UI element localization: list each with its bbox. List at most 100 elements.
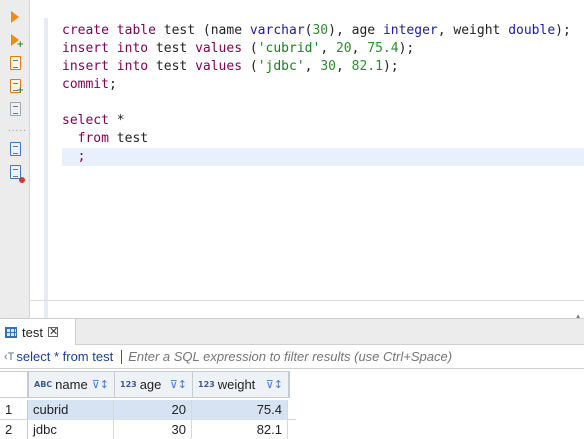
filter-input[interactable] xyxy=(128,346,584,367)
code-token: ; xyxy=(108,77,117,92)
toolbar-separator: ..... xyxy=(8,123,27,134)
column-type-icon: 123 xyxy=(198,380,215,389)
table-cell[interactable]: jdbc xyxy=(28,420,114,439)
code-token: ); xyxy=(398,41,415,56)
column-header-weight[interactable]: 123 weight ⊽↕ xyxy=(193,372,289,397)
table-row[interactable]: 1 cubrid 20 75.4 xyxy=(0,400,296,420)
code-token: ; xyxy=(77,149,86,164)
code-token: test xyxy=(155,59,196,74)
code-token: 75.4 xyxy=(367,41,399,56)
code-token: ( xyxy=(249,59,258,74)
column-name: name xyxy=(55,377,88,392)
code-token: insert into xyxy=(62,59,156,74)
execute-statement-button[interactable] xyxy=(5,8,25,26)
code-token: 30 xyxy=(312,23,329,38)
code-token: 82.1 xyxy=(351,59,383,74)
filter-sort-icon[interactable]: ⊽↕ xyxy=(92,378,109,391)
close-tab-icon[interactable]: ✕ xyxy=(47,326,58,337)
code-token: integer xyxy=(382,23,438,38)
code-token: test xyxy=(155,41,196,56)
tab-label: test xyxy=(22,324,43,340)
code-token: , xyxy=(304,59,321,74)
code-token: from xyxy=(77,131,117,146)
filter-sort-icon[interactable]: ⊽↕ xyxy=(266,378,283,391)
column-header-age[interactable]: 123 age ⊽↕ xyxy=(115,372,193,397)
table-cell[interactable]: 30 xyxy=(114,420,192,439)
row-number: 2 xyxy=(0,420,28,439)
code-line[interactable]: commit; xyxy=(62,76,584,94)
code-token: ( xyxy=(249,41,258,56)
execute-in-new-tab-button[interactable]: + xyxy=(5,31,25,50)
save-script-button[interactable] xyxy=(5,163,25,183)
editor-gutter xyxy=(44,18,48,318)
load-icon xyxy=(9,142,21,156)
script-icon xyxy=(9,56,21,70)
table-cell[interactable]: 82.1 xyxy=(192,420,288,439)
code-token: insert into xyxy=(62,41,156,56)
table-grid-icon xyxy=(5,326,17,338)
code-token: ), age xyxy=(328,23,383,38)
filter-query-button[interactable]: ‹T select * from test xyxy=(0,345,113,368)
filter-query-label: select * from test xyxy=(16,349,114,364)
filter-sort-icon[interactable]: ⊽↕ xyxy=(170,378,187,391)
sql-editor[interactable]: create table test (name varchar(30), age… xyxy=(30,0,584,318)
tab-test[interactable]: test ✕ xyxy=(0,319,76,345)
column-name: weight xyxy=(217,377,256,392)
results-tabbar: test ✕ xyxy=(0,318,584,345)
row-number: 1 xyxy=(0,400,28,419)
code-line[interactable]: from test xyxy=(62,130,584,148)
code-token: select xyxy=(62,113,117,128)
filter-separator xyxy=(121,349,123,364)
code-token: 30 xyxy=(320,59,336,74)
table-row[interactable]: 2 jdbc 30 82.1 xyxy=(0,420,296,439)
code-token: double xyxy=(508,23,556,38)
table-cell[interactable]: 75.4 xyxy=(192,400,288,420)
code-token: test xyxy=(163,23,203,38)
code-token: commit xyxy=(62,77,109,92)
load-script-button[interactable] xyxy=(5,140,25,158)
table-cell[interactable]: 20 xyxy=(114,400,192,420)
code-token: test xyxy=(116,131,149,146)
code-line[interactable]: select * xyxy=(62,112,584,130)
code-token: 'jdbc' xyxy=(257,59,305,74)
code-token: (name xyxy=(202,23,250,38)
execute-script-button[interactable] xyxy=(5,54,25,72)
code-line[interactable]: insert into test values ('jdbc', 30, 82.… xyxy=(62,58,584,76)
code-line[interactable] xyxy=(62,94,584,112)
code-token: values xyxy=(195,59,250,74)
column-header-name[interactable]: ABC name ⊽↕ xyxy=(29,372,115,397)
execute-script-new-tab-button[interactable]: + xyxy=(5,77,25,96)
code-token: , weight xyxy=(437,23,509,38)
column-header-row: ABC name ⊽↕ 123 age ⊽↕ 123 weight ⊽↕ xyxy=(28,371,290,398)
code-token: , xyxy=(335,59,352,74)
column-type-icon: ABC xyxy=(34,380,53,389)
play-icon xyxy=(11,11,19,23)
code-token: * xyxy=(116,113,125,128)
editor-toolbar: + + ..... xyxy=(0,0,30,318)
editor-divider xyxy=(30,300,584,301)
plan-icon xyxy=(9,102,21,116)
results-grid[interactable]: ABC name ⊽↕ 123 age ⊽↕ 123 weight ⊽↕ 1 cubrid 20 75… xyxy=(0,369,584,439)
row-number-header xyxy=(0,371,28,398)
sql-code[interactable]: create table test (name varchar(30), age… xyxy=(62,22,584,166)
code-token: ); xyxy=(382,59,399,74)
code-token: 20 xyxy=(335,41,352,56)
explain-plan-button[interactable] xyxy=(5,100,25,118)
code-line[interactable]: insert into test values ('cubrid', 20, 7… xyxy=(62,40,584,58)
code-token: varchar xyxy=(249,23,305,38)
code-line[interactable]: ; xyxy=(62,148,584,166)
column-name: age xyxy=(139,377,162,392)
filter-bar: ‹T select * from test xyxy=(0,345,584,369)
code-token: , xyxy=(351,41,368,56)
code-token: create table xyxy=(62,23,164,38)
code-line[interactable]: create table test (name varchar(30), age… xyxy=(62,22,584,40)
save-icon xyxy=(9,165,21,179)
code-token: 'cubrid' xyxy=(257,41,321,56)
filter-query-icon: ‹T xyxy=(4,350,15,363)
column-type-icon: 123 xyxy=(120,380,137,389)
code-token: values xyxy=(195,41,250,56)
table-cell[interactable]: cubrid xyxy=(28,400,114,420)
code-token: , xyxy=(320,41,336,56)
